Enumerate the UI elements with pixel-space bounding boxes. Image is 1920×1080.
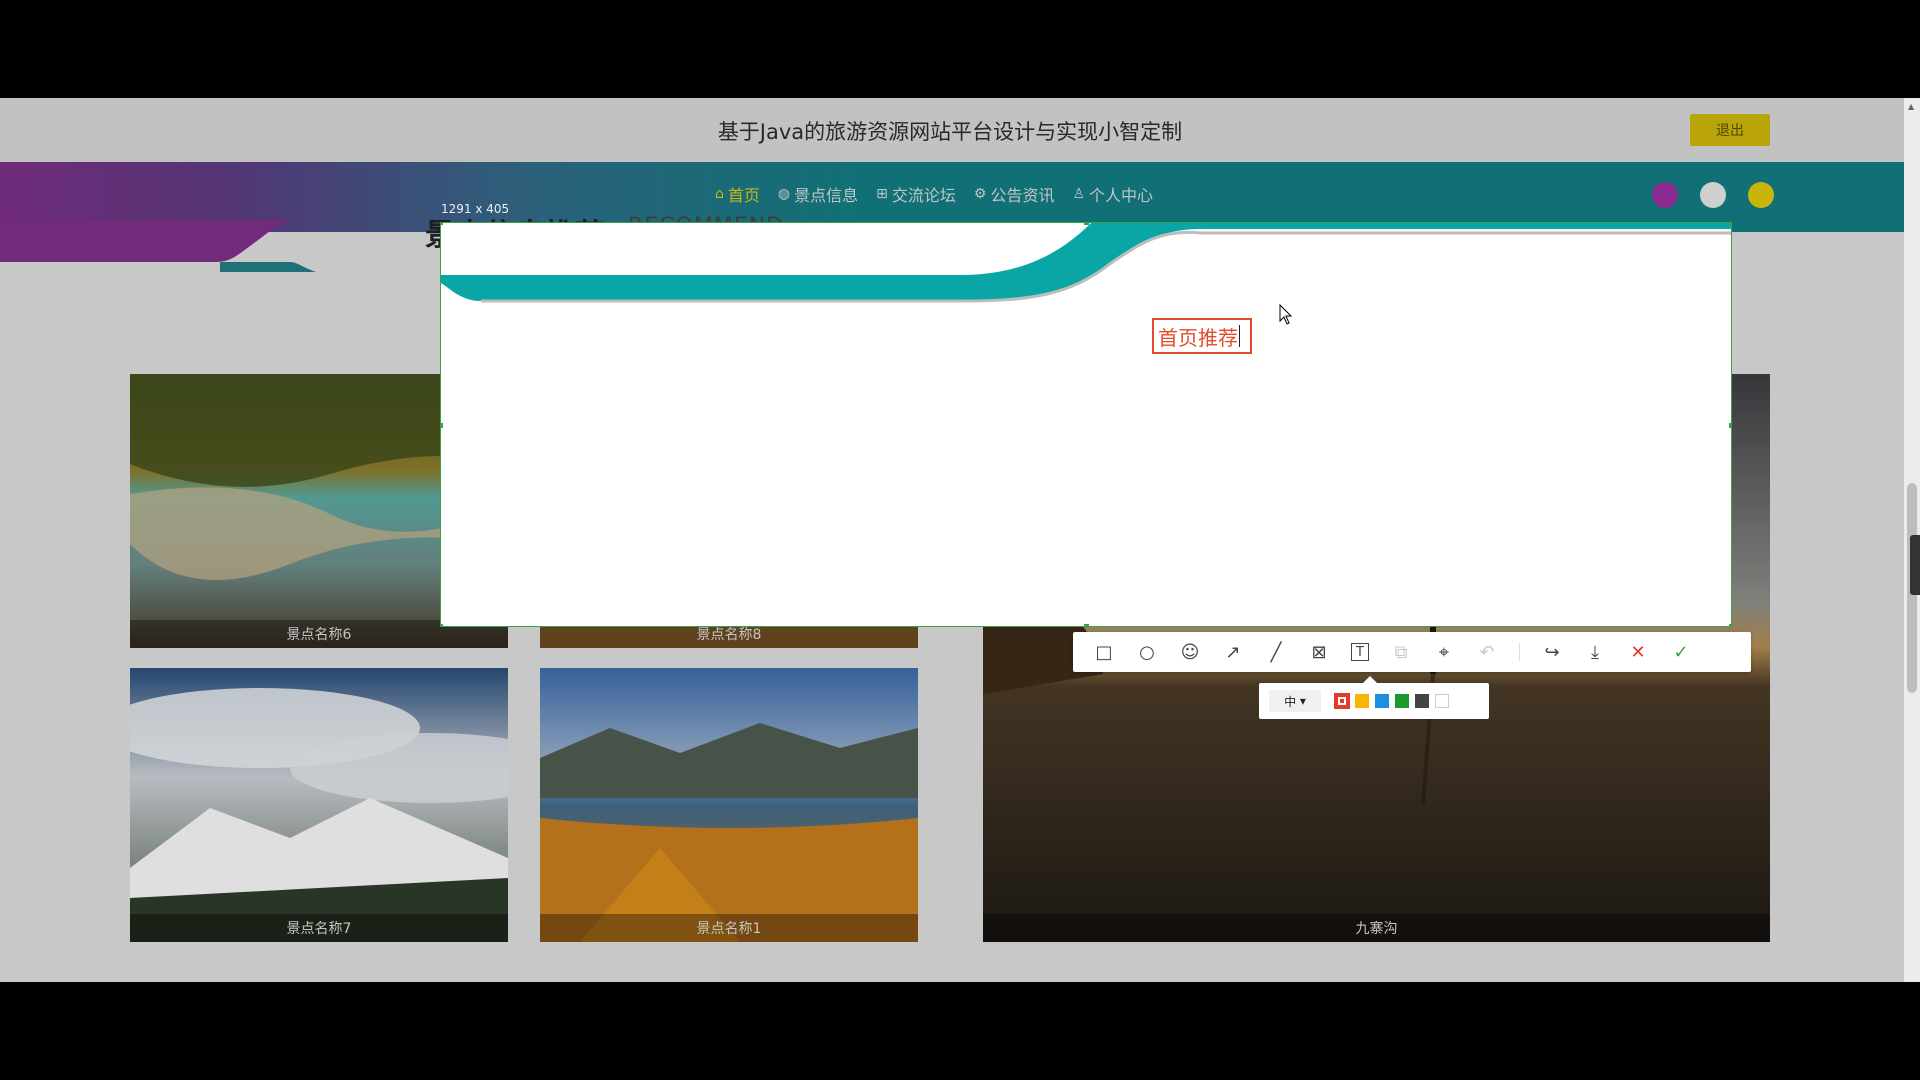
font-size-select[interactable]: 中 ▾ — [1269, 690, 1321, 712]
web-page: 基于Java的旅游资源网站平台设计与实现小智定制 退出 ⌂ 首页 ◍ 景点信息 … — [0, 98, 1920, 982]
resize-handle[interactable] — [441, 423, 443, 428]
nav-label: 个人中心 — [1089, 186, 1154, 205]
gift-icon: ⊞ — [876, 186, 888, 202]
resize-handle[interactable] — [1729, 423, 1731, 428]
tile-caption: 九寨沟 — [983, 914, 1770, 942]
confirm-icon[interactable]: ✓ — [1670, 641, 1692, 663]
attraction-photo — [540, 668, 918, 942]
mosaic-tool-icon[interactable]: ⊠ — [1308, 641, 1330, 663]
resize-handle[interactable] — [441, 223, 443, 225]
nav-label: 景点信息 — [794, 186, 859, 205]
nav-forum[interactable]: ⊞ 交流论坛 — [876, 182, 956, 206]
user-icon: ♙ — [1072, 186, 1086, 202]
copy-tool-icon[interactable]: ⧉ — [1390, 641, 1412, 663]
cancel-icon[interactable]: ✕ — [1627, 641, 1649, 663]
screenshot-toolbar: □ ○ ☺ ↗ ╱ ⊠ T ⧉ ⌖ ↶ ↪ ⤓ ✕ ✓ — [1073, 632, 1751, 672]
globe-icon: ◍ — [777, 186, 791, 202]
logout-button[interactable]: 退出 — [1690, 114, 1770, 146]
theme-dot-yellow[interactable] — [1748, 182, 1774, 208]
nav-home[interactable]: ⌂ 首页 — [715, 182, 760, 206]
capture-selection[interactable] — [440, 222, 1732, 627]
theme-dot-purple[interactable] — [1652, 182, 1678, 208]
share-tool-icon[interactable]: ↪ — [1541, 641, 1563, 663]
resize-handle[interactable] — [1729, 624, 1731, 626]
chevron-down-icon: ▾ — [1296, 694, 1306, 708]
captured-wave-graphic — [441, 223, 1731, 303]
side-panel-tab[interactable] — [1910, 535, 1920, 595]
color-swatch-blue[interactable] — [1375, 694, 1389, 708]
text-tool-icon[interactable]: T — [1351, 643, 1369, 661]
save-tool-icon[interactable]: ⤓ — [1584, 641, 1606, 663]
tile-caption: 景点名称7 — [130, 914, 508, 942]
scroll-up-icon[interactable]: ▲ — [1908, 102, 1914, 111]
attraction-tile[interactable]: 景点名称7 — [130, 668, 508, 942]
home-icon: ⌂ — [715, 186, 724, 202]
resize-handle[interactable] — [1729, 223, 1731, 225]
mouse-cursor-icon — [1279, 304, 1293, 325]
theme-dot-gray[interactable] — [1700, 182, 1726, 208]
undo-tool-icon[interactable]: ↶ — [1476, 641, 1498, 663]
color-swatch-gray[interactable] — [1415, 694, 1429, 708]
main-nav: ⌂ 首页 ◍ 景点信息 ⊞ 交流论坛 ⚙ 公告资讯 ♙ 个人中心 — [715, 182, 1153, 206]
gear-icon: ⚙ — [973, 186, 987, 202]
font-size-value: 中 — [1284, 694, 1297, 709]
text-annotation-content: 首页推荐 — [1158, 325, 1238, 350]
selection-size-label: 1291 x 405 — [441, 202, 510, 216]
nav-label: 公告资讯 — [990, 186, 1055, 205]
arrow-tool-icon[interactable]: ↗ — [1222, 641, 1244, 663]
resize-handle[interactable] — [1084, 624, 1089, 626]
color-swatch-yellow[interactable] — [1355, 694, 1369, 708]
nav-label: 交流论坛 — [891, 186, 956, 205]
site-title: 基于Java的旅游资源网站平台设计与实现小智定制 — [717, 120, 1183, 144]
attraction-photo — [130, 668, 508, 942]
text-caret — [1239, 325, 1240, 347]
nav-attractions[interactable]: ◍ 景点信息 — [778, 182, 858, 206]
text-annotation[interactable]: 首页推荐 — [1152, 318, 1252, 354]
emoji-tool-icon[interactable]: ☺ — [1179, 641, 1201, 663]
nav-news[interactable]: ⚙ 公告资讯 — [974, 182, 1055, 206]
tile-caption: 景点名称1 — [540, 914, 918, 942]
text-style-panel: 中 ▾ — [1259, 676, 1489, 719]
ocr-tool-icon[interactable]: ⌖ — [1433, 641, 1455, 663]
site-header: 基于Java的旅游资源网站平台设计与实现小智定制 退出 — [0, 98, 1920, 162]
color-swatch-green[interactable] — [1395, 694, 1409, 708]
line-tool-icon[interactable]: ╱ — [1265, 641, 1287, 663]
resize-handle[interactable] — [1084, 223, 1089, 225]
color-swatch-red[interactable] — [1334, 693, 1350, 709]
resize-handle[interactable] — [441, 624, 443, 626]
color-swatch-white[interactable] — [1435, 694, 1449, 708]
nav-label: 首页 — [727, 186, 760, 205]
toolbar-divider — [1519, 643, 1520, 661]
nav-profile[interactable]: ♙ 个人中心 — [1072, 182, 1153, 206]
ellipse-tool-icon[interactable]: ○ — [1136, 641, 1158, 663]
attraction-tile[interactable]: 景点名称1 — [540, 668, 918, 942]
rectangle-tool-icon[interactable]: □ — [1093, 641, 1115, 663]
